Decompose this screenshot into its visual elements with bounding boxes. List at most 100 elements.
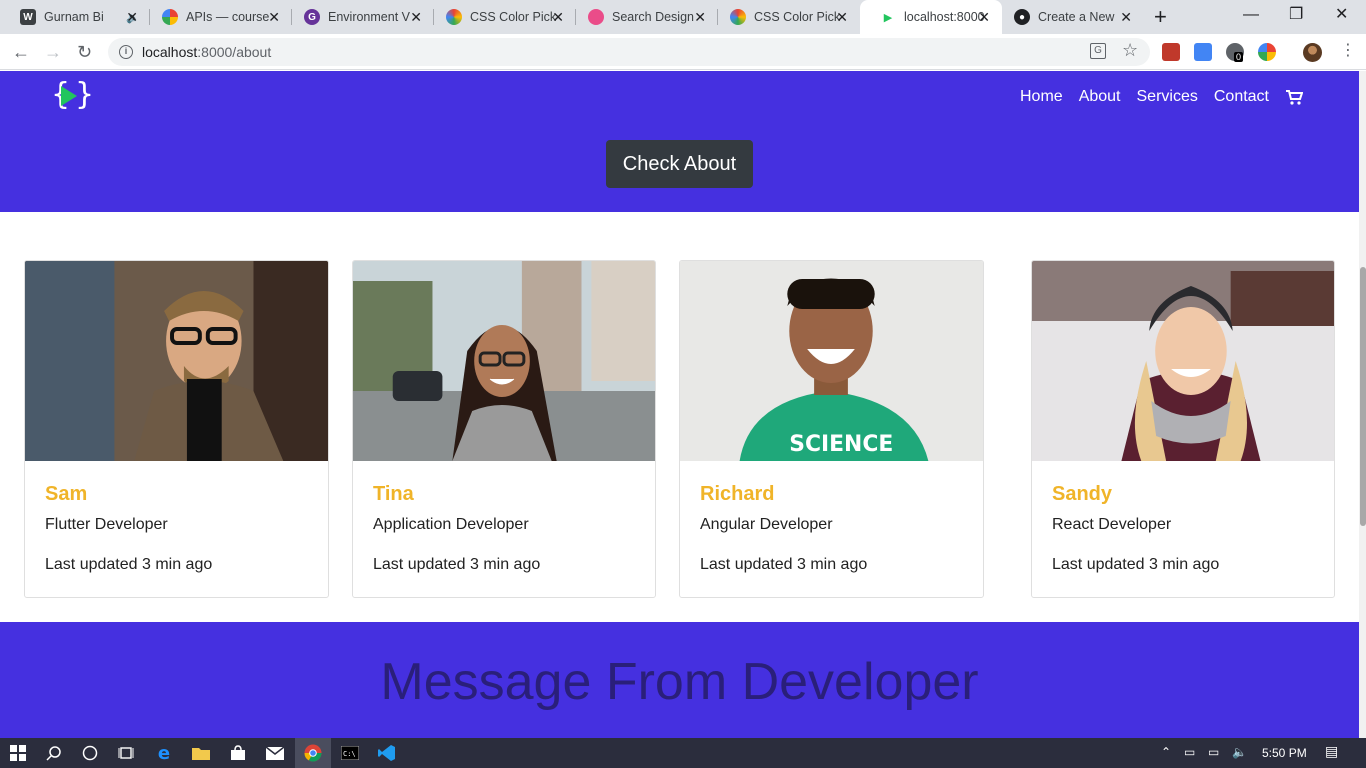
google-cloud-icon bbox=[162, 9, 178, 25]
main-nav: Home About Services Contact bbox=[1020, 88, 1359, 106]
svg-text:SCIENCE: SCIENCE bbox=[789, 432, 893, 457]
windows-start-icon[interactable] bbox=[0, 738, 36, 768]
google-translate-extension-icon[interactable] bbox=[1194, 43, 1212, 61]
volume-icon[interactable]: 🔈 bbox=[1232, 745, 1247, 759]
last-updated: Last updated 3 min ago bbox=[45, 556, 213, 573]
team-card: Sandy React Developer Last updated 3 min… bbox=[1031, 260, 1335, 598]
close-tab-icon[interactable]: ✕ bbox=[410, 9, 422, 25]
tab-title: Gurnam Bi bbox=[44, 10, 104, 24]
reload-icon[interactable]: ↻ bbox=[77, 41, 92, 63]
edge-icon[interactable]: e bbox=[146, 738, 182, 768]
last-updated: Last updated 3 min ago bbox=[373, 556, 541, 573]
close-tab-icon[interactable]: ✕ bbox=[268, 9, 280, 25]
team-photo: SCIENCE bbox=[680, 261, 983, 461]
browser-tab[interactable]: W Gurnam Bi 🔈 ✕ bbox=[0, 0, 150, 34]
message-heading: Message From Developer bbox=[380, 653, 979, 711]
back-icon[interactable]: ← bbox=[12, 41, 30, 63]
last-updated: Last updated 3 min ago bbox=[1052, 556, 1220, 573]
new-tab-icon[interactable]: + bbox=[1154, 5, 1167, 29]
windows-taskbar: e C:\ ⌃ ▭ ▭ 🔈 5:50 PM ▤ bbox=[0, 738, 1366, 768]
browser-menu-icon[interactable]: ⋮ bbox=[1340, 41, 1356, 61]
page-viewport: { } Home About Services Contact Check Ab… bbox=[0, 71, 1359, 738]
logo-brace-right: } bbox=[75, 77, 95, 112]
svg-text:C:\: C:\ bbox=[343, 750, 356, 758]
gatsby-icon: G bbox=[304, 9, 320, 25]
team-card: SCIENCE Richard Angular Developer Last u… bbox=[679, 260, 984, 598]
browser-tab-strip: W Gurnam Bi 🔈 ✕ APIs — course ✕ G Enviro… bbox=[0, 0, 1366, 34]
nav-home[interactable]: Home bbox=[1020, 88, 1063, 106]
team-card: Tina Application Developer Last updated … bbox=[352, 260, 656, 598]
browser-tab[interactable]: CSS Color Pick ✕ bbox=[426, 0, 576, 34]
scrollbar-thumb[interactable] bbox=[1360, 267, 1366, 526]
team-role: React Developer bbox=[1052, 516, 1172, 533]
team-name: Tina bbox=[373, 483, 414, 505]
bookmark-star-icon[interactable]: ☆ bbox=[1122, 40, 1138, 61]
team-role: Flutter Developer bbox=[45, 516, 168, 533]
close-tab-icon[interactable]: ✕ bbox=[126, 9, 138, 25]
team-cards: Sam Flutter Developer Last updated 3 min… bbox=[0, 212, 1359, 622]
address-bar[interactable]: i localhost:8000/about G ☆ bbox=[108, 38, 1150, 66]
mail-icon[interactable] bbox=[257, 738, 293, 768]
file-explorer-icon[interactable] bbox=[183, 738, 219, 768]
url-path: :8000/about bbox=[197, 44, 272, 60]
close-tab-icon[interactable]: ✕ bbox=[978, 9, 990, 25]
nav-services[interactable]: Services bbox=[1137, 88, 1198, 106]
team-photo bbox=[353, 261, 655, 461]
vscode-icon[interactable] bbox=[369, 738, 405, 768]
close-window-icon[interactable]: ✕ bbox=[1335, 5, 1348, 25]
minimize-icon[interactable]: — bbox=[1243, 5, 1259, 25]
browser-tab[interactable]: Search Design ✕ bbox=[568, 0, 718, 34]
restore-icon[interactable]: ❐ bbox=[1289, 5, 1303, 25]
extension-badge: 0 bbox=[1234, 52, 1244, 62]
team-card: Sam Flutter Developer Last updated 3 min… bbox=[24, 260, 329, 598]
browser-tab[interactable]: ● Create a New ✕ bbox=[994, 0, 1144, 34]
browser-tab[interactable]: G Environment V ✕ bbox=[284, 0, 434, 34]
site-logo[interactable]: { } bbox=[51, 78, 94, 114]
nav-about[interactable]: About bbox=[1079, 88, 1121, 106]
forward-icon[interactable]: → bbox=[44, 41, 62, 63]
chrome-icon[interactable] bbox=[295, 738, 331, 768]
site-info-icon[interactable]: i bbox=[119, 45, 133, 59]
team-role: Application Developer bbox=[373, 516, 529, 533]
browser-tab-active[interactable]: ▶ localhost:8000 ✕ bbox=[860, 0, 1002, 34]
page-scrollbar[interactable] bbox=[1359, 71, 1366, 738]
message-section: Message From Developer bbox=[0, 622, 1359, 738]
browser-toolbar: ← → ↻ i localhost:8000/about G ☆ 0 bbox=[0, 34, 1366, 70]
action-center-icon[interactable]: ▤ bbox=[1325, 743, 1338, 760]
team-name: Sandy bbox=[1052, 483, 1113, 505]
color-picker-icon bbox=[730, 9, 746, 25]
terminal-icon[interactable]: C:\ bbox=[332, 738, 368, 768]
check-about-button[interactable]: Check About bbox=[606, 140, 753, 188]
close-tab-icon[interactable]: ✕ bbox=[694, 9, 706, 25]
close-tab-icon[interactable]: ✕ bbox=[552, 9, 564, 25]
close-tab-icon[interactable]: ✕ bbox=[1120, 9, 1132, 25]
store-icon[interactable] bbox=[220, 738, 256, 768]
translate-icon[interactable]: G bbox=[1090, 43, 1106, 59]
team-photo bbox=[25, 261, 328, 461]
browser-tab[interactable]: APIs — course ✕ bbox=[142, 0, 292, 34]
tray-chevron-icon[interactable]: ⌃ bbox=[1161, 745, 1171, 759]
color-extension-icon[interactable] bbox=[1258, 43, 1276, 61]
team-name: Sam bbox=[45, 483, 88, 505]
cortana-icon[interactable] bbox=[72, 738, 108, 768]
team-role: Angular Developer bbox=[700, 516, 833, 533]
play-icon: ▶ bbox=[883, 11, 893, 24]
profile-avatar[interactable] bbox=[1303, 43, 1322, 62]
cart-icon[interactable] bbox=[1285, 89, 1303, 105]
close-tab-icon[interactable]: ✕ bbox=[836, 9, 848, 25]
network-icon[interactable]: ▭ bbox=[1184, 745, 1195, 759]
clock-time[interactable]: 5:50 PM bbox=[1262, 746, 1307, 760]
task-view-icon[interactable] bbox=[108, 738, 144, 768]
last-updated: Last updated 3 min ago bbox=[700, 556, 868, 573]
url-text[interactable]: localhost:8000/about bbox=[142, 44, 271, 60]
display-icon[interactable]: ▭ bbox=[1208, 745, 1219, 759]
dribbble-icon bbox=[588, 9, 604, 25]
hero-section: { } Home About Services Contact Check Ab… bbox=[0, 71, 1359, 212]
search-icon[interactable] bbox=[36, 738, 72, 768]
github-icon: ● bbox=[1014, 9, 1030, 25]
team-name: Richard bbox=[700, 483, 775, 505]
extension-icon[interactable] bbox=[1162, 43, 1180, 61]
extension-icon[interactable]: 0 bbox=[1226, 43, 1244, 62]
nav-contact[interactable]: Contact bbox=[1214, 88, 1269, 106]
browser-tab[interactable]: CSS Color Pick ✕ bbox=[710, 0, 860, 34]
